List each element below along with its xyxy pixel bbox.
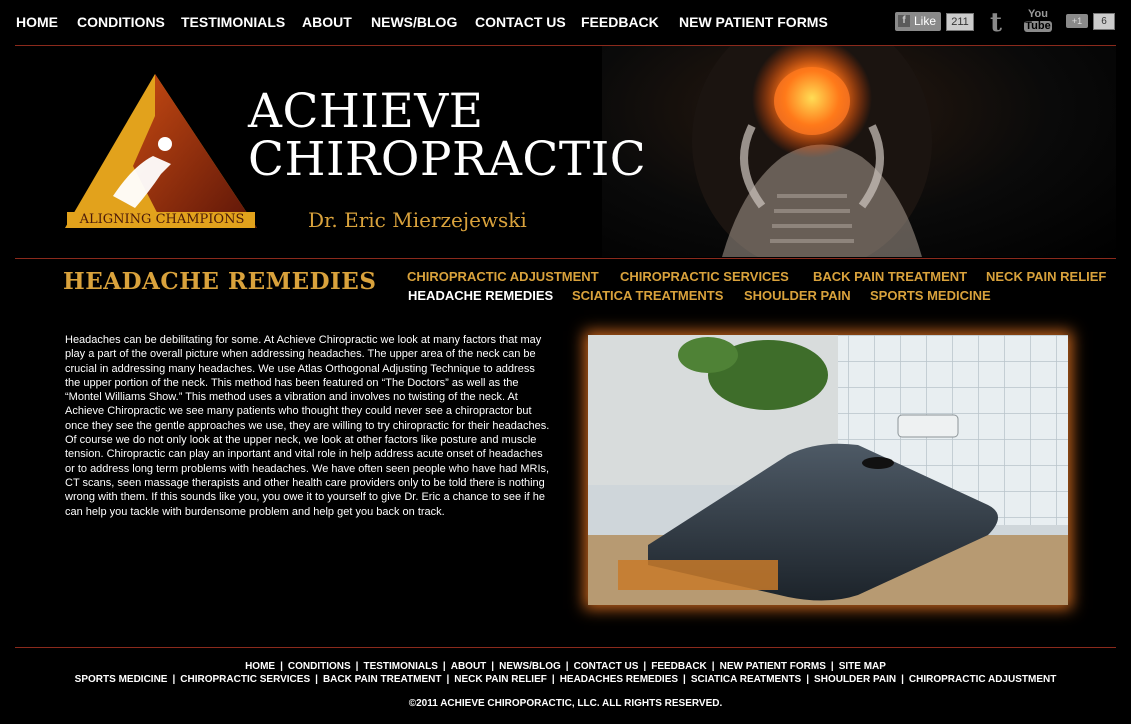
adjusting-table-photo bbox=[588, 335, 1068, 605]
footer-nav-services: SPORTS MEDICINE | CHIROPRACTIC SERVICES | BA… bbox=[0, 674, 1131, 685]
top-nav-home[interactable]: HOME bbox=[16, 14, 58, 30]
subnav-neck-pain-relief[interactable]: NECK PAIN RELIEF bbox=[986, 269, 1106, 284]
footer-separator: | bbox=[491, 661, 495, 672]
doctor-name: Dr. Eric Mierzejewski bbox=[308, 208, 527, 232]
subnav-sports-medicine[interactable]: SPORTS MEDICINE bbox=[870, 288, 991, 303]
footer-link-feedback[interactable]: FEEDBACK bbox=[651, 661, 707, 672]
footer-separator: | bbox=[711, 661, 715, 672]
footer-separator: | bbox=[355, 661, 359, 672]
footer-link-shoulder-pain[interactable]: SHOULDER PAIN bbox=[814, 674, 896, 685]
top-nav-feedback[interactable]: FEEDBACK bbox=[581, 14, 659, 30]
footer-link-conditions[interactable]: CONDITIONS bbox=[288, 661, 351, 672]
twitter-icon[interactable]: t bbox=[990, 8, 1002, 38]
site-title-line2: CHIROPRACTIC bbox=[248, 132, 647, 187]
subnav-chiropractic-services[interactable]: CHIROPRACTIC SERVICES bbox=[620, 269, 789, 284]
footer-separator: | bbox=[806, 674, 810, 685]
footer-link-chiropractic-adjustment[interactable]: CHIROPRACTIC ADJUSTMENT bbox=[909, 674, 1056, 685]
top-nav-news-blog[interactable]: NEWS/BLOG bbox=[371, 14, 457, 30]
site-title[interactable]: ACHIEVE CHIROPRACTIC bbox=[248, 88, 646, 184]
footer-link-site-map[interactable]: SITE MAP bbox=[839, 661, 886, 672]
facebook-like-label: Like bbox=[914, 14, 937, 28]
footer-separator: | bbox=[683, 674, 686, 685]
adjusting-table-image bbox=[588, 335, 1068, 605]
footer-link-chiropractic-services[interactable]: CHIROPRACTIC SERVICES bbox=[180, 674, 310, 685]
footer-divider bbox=[15, 647, 1116, 648]
skeleton-headache-image bbox=[692, 46, 932, 257]
footer-link-sports-medicine[interactable]: SPORTS MEDICINE bbox=[75, 674, 168, 685]
google-plus-one-button[interactable]: +1 bbox=[1066, 14, 1088, 28]
footer-link-about[interactable]: ABOUT bbox=[451, 661, 487, 672]
footer-link-sciatica-treatments[interactable]: SCIATICA REATMENTS bbox=[691, 674, 801, 685]
top-nav-conditions[interactable]: CONDITIONS bbox=[77, 14, 165, 30]
facebook-icon: f bbox=[898, 15, 910, 27]
footer-separator: | bbox=[901, 674, 904, 685]
footer-separator: | bbox=[442, 661, 446, 672]
footer-link-home[interactable]: HOME bbox=[245, 661, 275, 672]
subnav-sciatica-treatments[interactable]: SCIATICA TREATMENTS bbox=[572, 288, 723, 303]
footer-separator: | bbox=[830, 661, 834, 672]
footer-link-new-patient-forms[interactable]: NEW PATIENT FORMS bbox=[720, 661, 826, 672]
page-title: HEADACHE REMEDIES bbox=[63, 268, 377, 295]
logo-tagline: ALIGNING CHAMPIONS bbox=[79, 212, 245, 227]
footer-separator: | bbox=[280, 661, 283, 672]
footer-link-headaches-remedies[interactable]: HEADACHES REMEDIES bbox=[560, 674, 678, 685]
footer-separator: | bbox=[551, 674, 555, 685]
footer-link-testimonials[interactable]: TESTIMONIALS bbox=[363, 661, 437, 672]
google-plus-one-count: 6 bbox=[1093, 13, 1115, 30]
footer-link-contact-us[interactable]: CONTACT US bbox=[574, 661, 639, 672]
footer-separator: | bbox=[643, 661, 647, 672]
article-body: Headaches can be debilitating for some. … bbox=[65, 334, 550, 518]
subnav-back-pain-treatment[interactable]: BACK PAIN TREATMENT bbox=[813, 269, 967, 284]
footer-nav-primary: HOME | CONDITIONS | TESTIMONIALS | ABOUT | NEWS/… bbox=[0, 661, 1131, 672]
footer-separator: | bbox=[446, 674, 450, 685]
footer-link-back-pain-treatment[interactable]: BACK PAIN TREATMENT bbox=[323, 674, 442, 685]
footer-separator: | bbox=[565, 661, 569, 672]
footer-separator: | bbox=[172, 674, 176, 685]
footer-separator: | bbox=[315, 674, 318, 685]
youtube-icon[interactable]: You Tube bbox=[1024, 9, 1052, 32]
banner-divider bbox=[15, 258, 1116, 259]
top-nav-contact-us[interactable]: CONTACT US bbox=[475, 14, 566, 30]
footer-link-news-blog[interactable]: NEWS/BLOG bbox=[499, 661, 561, 672]
top-nav-about[interactable]: ABOUT bbox=[302, 14, 352, 30]
top-nav-testimonials[interactable]: TESTIMONIALS bbox=[181, 14, 285, 30]
top-nav-new-patient-forms[interactable]: NEW PATIENT FORMS bbox=[679, 14, 828, 30]
footer-link-neck-pain-relief[interactable]: NECK PAIN RELIEF bbox=[454, 674, 547, 685]
subnav-shoulder-pain[interactable]: SHOULDER PAIN bbox=[744, 288, 851, 303]
youtube-icon-bottom: Tube bbox=[1024, 20, 1052, 32]
facebook-like-button[interactable]: f Like bbox=[895, 12, 941, 31]
subnav-chiropractic-adjustment[interactable]: CHIROPRACTIC ADJUSTMENT bbox=[407, 269, 599, 284]
banner-headache-illustration bbox=[602, 46, 1116, 257]
site-title-line1: ACHIEVE bbox=[248, 84, 484, 139]
copyright: ©2011 ACHIEVE CHIROPORACTIC, LLC. ALL RI… bbox=[408, 698, 723, 709]
youtube-icon-top: You bbox=[1028, 8, 1048, 20]
facebook-like-count: 211 bbox=[946, 13, 974, 31]
subnav-headache-remedies[interactable]: HEADACHE REMEDIES bbox=[408, 288, 553, 303]
